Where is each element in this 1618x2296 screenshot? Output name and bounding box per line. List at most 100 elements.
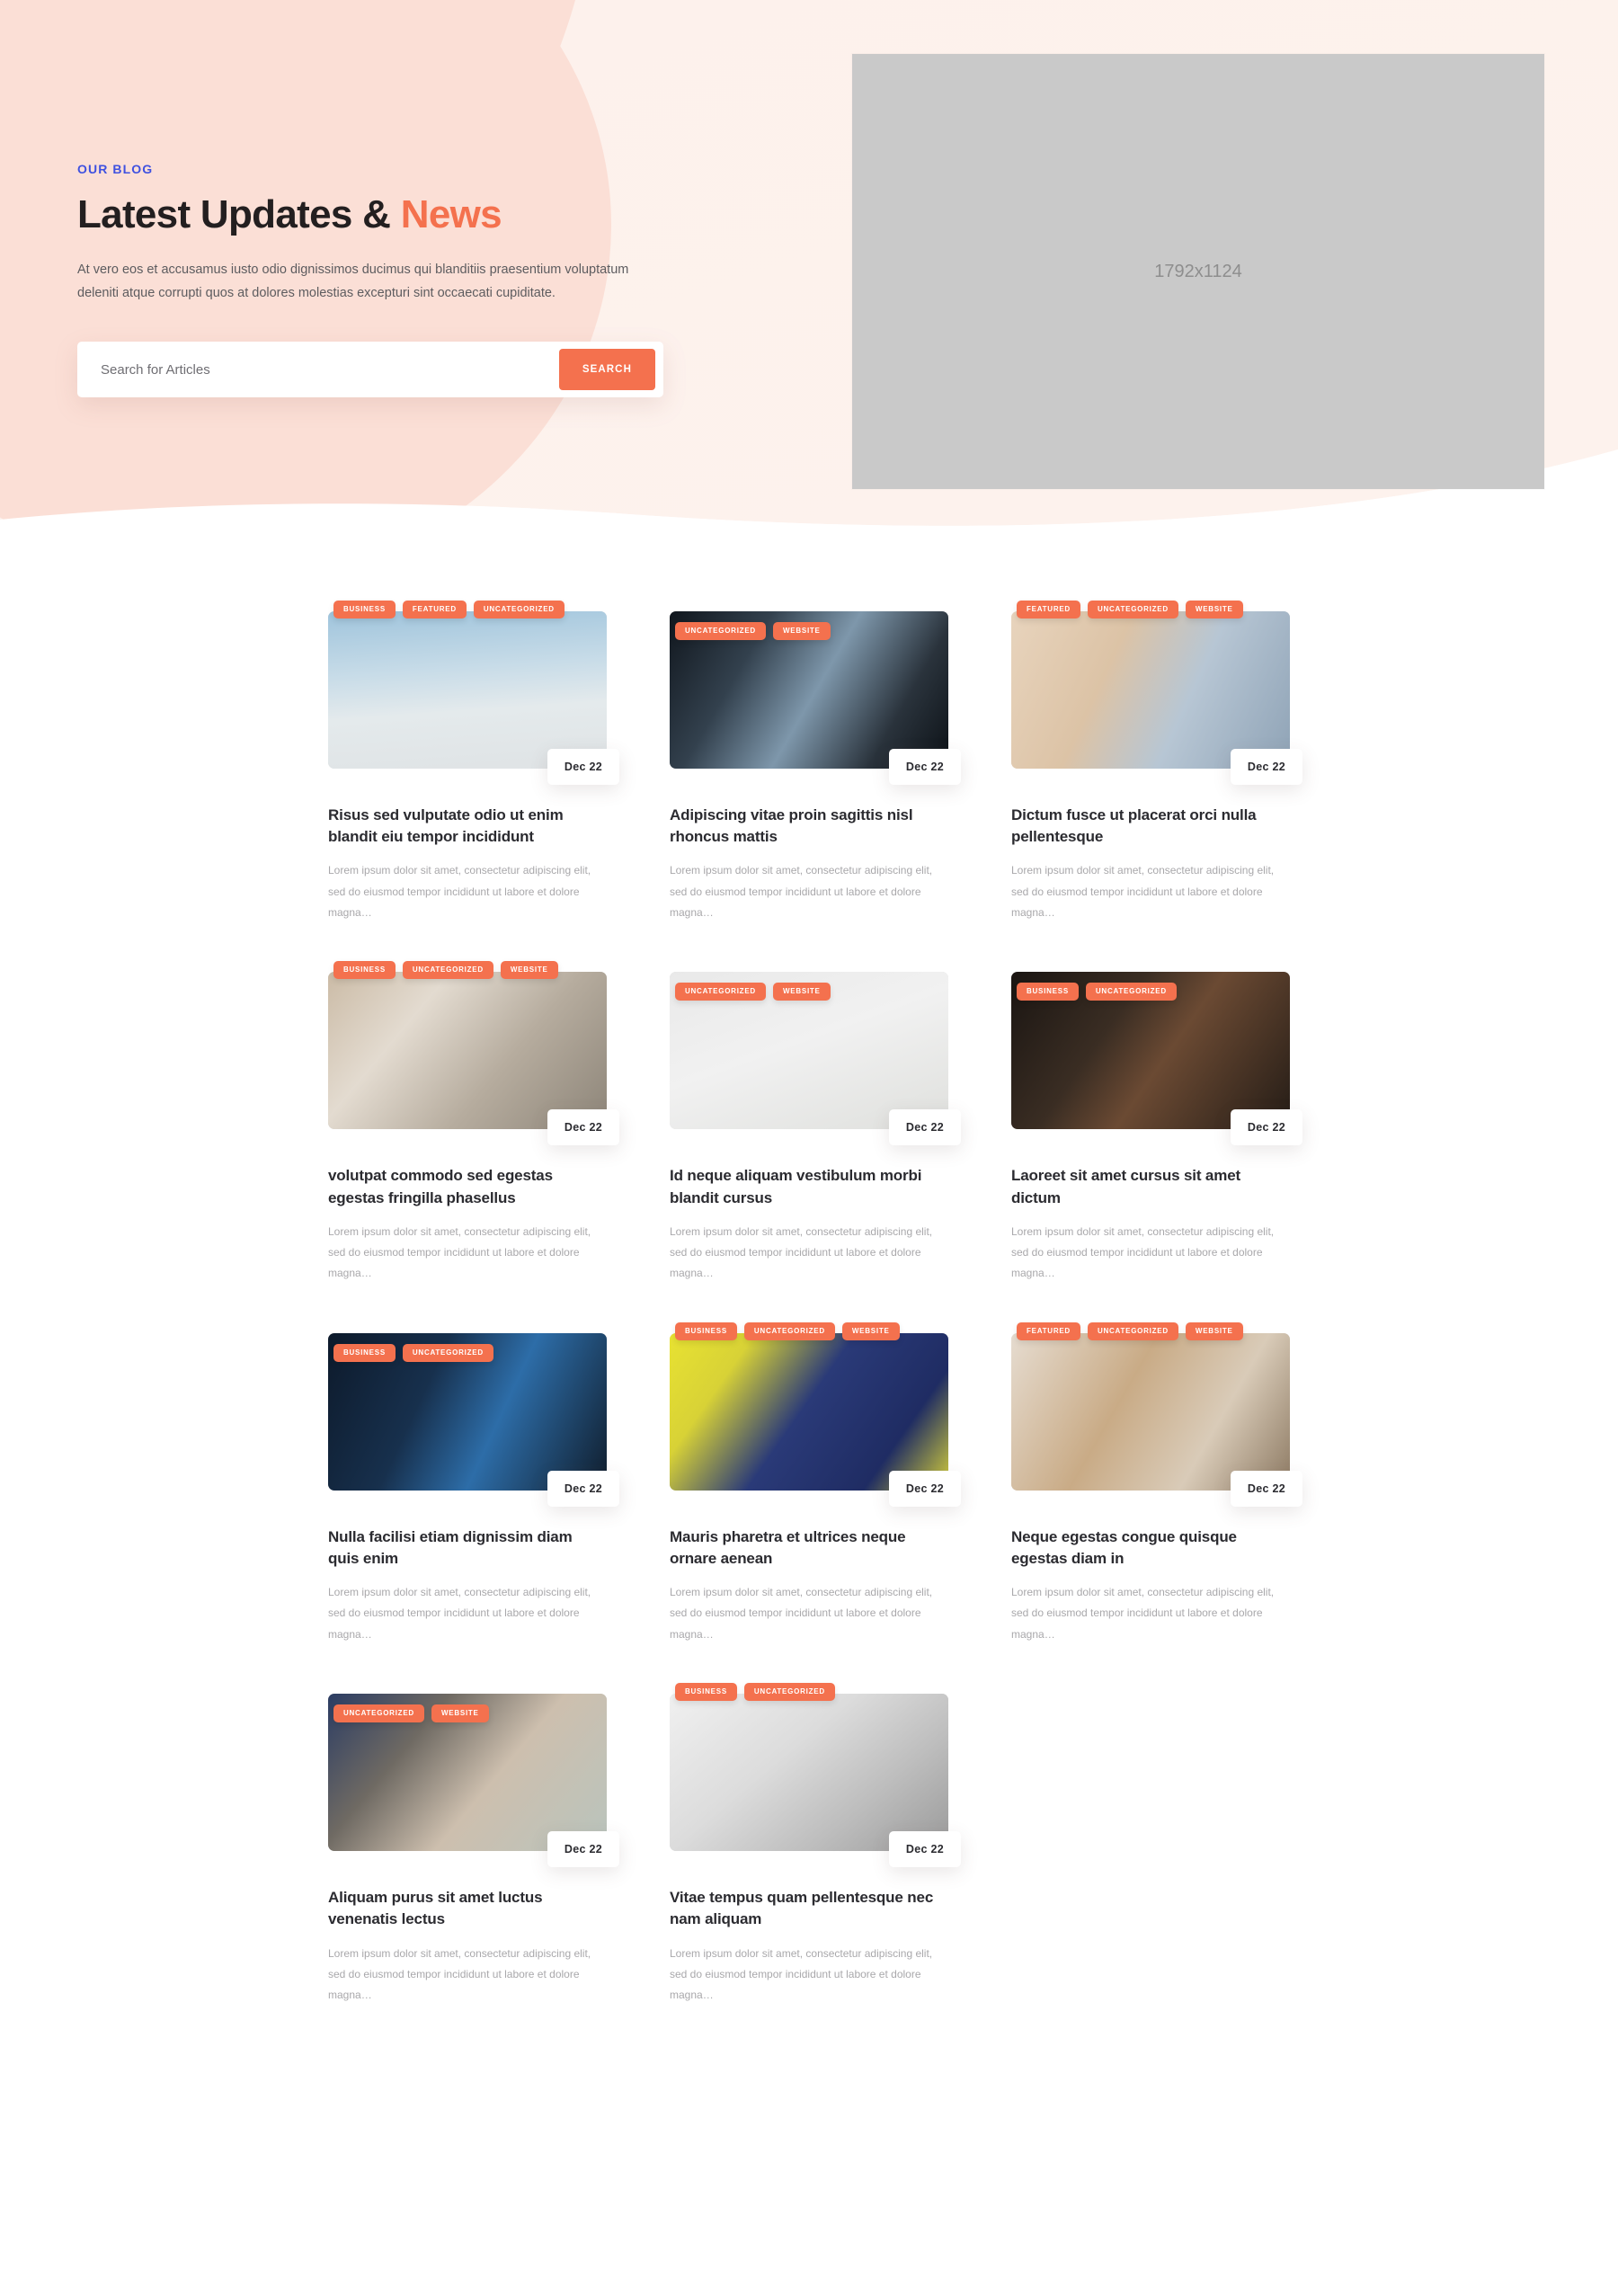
post-thumbnail[interactable]: [328, 972, 607, 1130]
post-date-badge: Dec 22: [888, 749, 961, 785]
post-tag[interactable]: UNCATEGORIZED: [1085, 983, 1177, 1001]
post-thumbnail[interactable]: [1011, 611, 1290, 769]
post-media[interactable]: UNCATEGORIZED WEBSITE Dec 22: [670, 611, 961, 785]
post-title[interactable]: Aliquam purus sit amet luctus venenatis …: [328, 1887, 607, 1930]
post-tag[interactable]: WEBSITE: [841, 1322, 900, 1340]
post-title[interactable]: volutpat commodo sed egestas egestas fri…: [328, 1165, 607, 1208]
post-title[interactable]: Risus sed vulputate odio ut enim blandit…: [328, 805, 607, 848]
blog-post-card[interactable]: FEATURED UNCATEGORIZED WEBSITE Dec 22 Neque …: [1011, 1322, 1302, 1645]
post-media[interactable]: UNCATEGORIZED WEBSITE Dec 22: [670, 972, 961, 1146]
post-media[interactable]: BUSINESS UNCATEGORIZED WEBSITE Dec 22: [670, 1322, 961, 1507]
post-thumbnail[interactable]: [670, 1694, 948, 1852]
post-title[interactable]: Adipiscing vitae proin sagittis nisl rho…: [670, 805, 948, 848]
blog-post-card[interactable]: BUSINESS UNCATEGORIZED Dec 22 Laoreet sit a…: [1011, 972, 1302, 1284]
post-tag[interactable]: BUSINESS: [1017, 983, 1079, 1001]
post-body: Nulla facilisi etiam dignissim diam quis…: [328, 1491, 607, 1645]
post-body: Vitae tempus quam pellentesque nec nam a…: [670, 1851, 948, 2006]
post-thumbnail[interactable]: [328, 611, 607, 769]
post-tag-list: UNCATEGORIZED WEBSITE: [333, 1704, 603, 1723]
post-title[interactable]: Dictum fusce ut placerat orci nulla pell…: [1011, 805, 1290, 848]
hero-eyebrow: OUR BLOG: [77, 162, 154, 176]
post-tag[interactable]: BUSINESS: [333, 961, 396, 980]
post-tag[interactable]: WEBSITE: [772, 622, 831, 640]
post-tag[interactable]: FEATURED: [402, 601, 467, 618]
hero-copy: OUR BLOG Latest Updates & News At vero e…: [77, 162, 689, 398]
page-title-accent: News: [400, 192, 502, 236]
blog-post-card[interactable]: BUSINESS UNCATEGORIZED Dec 22 Vitae tempus …: [670, 1683, 961, 2006]
post-tag[interactable]: WEBSITE: [431, 1704, 489, 1723]
post-body: Aliquam purus sit amet luctus venenatis …: [328, 1851, 607, 2006]
post-tag[interactable]: UNCATEGORIZED: [1087, 601, 1178, 618]
post-thumbnail[interactable]: [670, 1332, 948, 1491]
post-body: Id neque aliquam vestibulum morbi blandi…: [670, 1129, 948, 1284]
blog-post-card[interactable]: BUSINESS FEATURED UNCATEGORIZED Dec 22 Risus…: [328, 601, 619, 923]
post-body: volutpat commodo sed egestas egestas fri…: [328, 1129, 607, 1284]
post-title[interactable]: Id neque aliquam vestibulum morbi blandi…: [670, 1165, 948, 1208]
post-media[interactable]: FEATURED UNCATEGORIZED WEBSITE Dec 22: [1011, 601, 1302, 785]
post-tag[interactable]: UNCATEGORIZED: [402, 961, 493, 980]
post-body: Risus sed vulputate odio ut enim blandit…: [328, 769, 607, 923]
blog-post-card[interactable]: BUSINESS UNCATEGORIZED WEBSITE Dec 22 volutp…: [328, 961, 619, 1284]
post-title[interactable]: Mauris pharetra et ultrices neque ornare…: [670, 1526, 948, 1570]
post-excerpt: Lorem ipsum dolor sit amet, consectetur …: [670, 1586, 933, 1641]
search-input[interactable]: [77, 343, 559, 397]
post-media[interactable]: BUSINESS UNCATEGORIZED Dec 22: [670, 1683, 961, 1868]
blog-post-card[interactable]: BUSINESS UNCATEGORIZED Dec 22 Nulla facilis…: [328, 1332, 619, 1645]
post-tag[interactable]: UNCATEGORIZED: [675, 983, 766, 1001]
post-media[interactable]: UNCATEGORIZED WEBSITE Dec 22: [328, 1694, 619, 1868]
blog-post-card[interactable]: BUSINESS UNCATEGORIZED WEBSITE Dec 22 Mauris…: [670, 1322, 961, 1645]
post-tag[interactable]: UNCATEGORIZED: [743, 1322, 835, 1340]
blog-post-card[interactable]: UNCATEGORIZED WEBSITE Dec 22 Adipiscing vit…: [670, 611, 961, 923]
post-excerpt: Lorem ipsum dolor sit amet, consectetur …: [328, 1224, 591, 1280]
post-tag[interactable]: UNCATEGORIZED: [473, 601, 565, 618]
post-media[interactable]: BUSINESS UNCATEGORIZED WEBSITE Dec 22: [328, 961, 619, 1146]
post-thumbnail-image: [328, 972, 607, 1130]
post-media[interactable]: BUSINESS UNCATEGORIZED Dec 22: [328, 1332, 619, 1507]
post-excerpt: Lorem ipsum dolor sit amet, consectetur …: [670, 864, 933, 920]
post-tag[interactable]: FEATURED: [1017, 1322, 1080, 1340]
hero-section: OUR BLOG Latest Updates & News At vero e…: [0, 0, 1618, 557]
post-tag[interactable]: UNCATEGORIZED: [675, 622, 766, 640]
post-thumbnail-image: [670, 1694, 948, 1852]
post-tag[interactable]: UNCATEGORIZED: [743, 1683, 835, 1702]
post-tag-list: UNCATEGORIZED WEBSITE: [675, 622, 945, 640]
post-tag[interactable]: UNCATEGORIZED: [402, 1343, 493, 1362]
blog-post-card[interactable]: UNCATEGORIZED WEBSITE Dec 22 Id neque aliqu…: [670, 972, 961, 1284]
post-thumbnail-image: [1011, 1332, 1290, 1491]
post-date-badge: Dec 22: [888, 1831, 961, 1868]
post-tag[interactable]: WEBSITE: [772, 983, 831, 1001]
page-title-main: Latest Updates &: [77, 192, 401, 236]
post-tag[interactable]: UNCATEGORIZED: [333, 1704, 424, 1723]
post-tag[interactable]: BUSINESS: [333, 601, 396, 618]
post-excerpt: Lorem ipsum dolor sit amet, consectetur …: [1011, 1586, 1275, 1641]
hero-image-dimensions-label: 1792x1124: [1154, 261, 1242, 281]
post-tag[interactable]: BUSINESS: [675, 1322, 737, 1340]
post-tag[interactable]: BUSINESS: [333, 1343, 396, 1362]
post-title[interactable]: Nulla facilisi etiam dignissim diam quis…: [328, 1526, 607, 1570]
post-media[interactable]: FEATURED UNCATEGORIZED WEBSITE Dec 22: [1011, 1322, 1302, 1507]
post-media[interactable]: BUSINESS UNCATEGORIZED Dec 22: [1011, 972, 1302, 1146]
blog-post-card[interactable]: UNCATEGORIZED WEBSITE Dec 22 Aliquam purus …: [328, 1694, 619, 2006]
search-button[interactable]: SEARCH: [558, 349, 655, 391]
post-title[interactable]: Vitae tempus quam pellentesque nec nam a…: [670, 1887, 948, 1930]
post-title[interactable]: Neque egestas congue quisque egestas dia…: [1011, 1526, 1290, 1570]
post-tag[interactable]: BUSINESS: [675, 1683, 737, 1702]
post-tag[interactable]: WEBSITE: [1185, 601, 1243, 618]
post-date-badge: Dec 22: [547, 1470, 619, 1507]
post-body: Neque egestas congue quisque egestas dia…: [1011, 1491, 1290, 1645]
post-body: Mauris pharetra et ultrices neque ornare…: [670, 1491, 948, 1645]
post-tag-list: UNCATEGORIZED WEBSITE: [675, 983, 945, 1001]
post-tag[interactable]: WEBSITE: [500, 961, 558, 980]
post-tag-list: BUSINESS FEATURED UNCATEGORIZED: [333, 601, 603, 618]
post-thumbnail[interactable]: [1011, 1332, 1290, 1491]
blog-column-2: UNCATEGORIZED WEBSITE Dec 22 Adipiscing vit…: [670, 611, 961, 2055]
post-title[interactable]: Laoreet sit amet cursus sit amet dictum: [1011, 1165, 1290, 1208]
post-body: Adipiscing vitae proin sagittis nisl rho…: [670, 769, 948, 923]
post-date-badge: Dec 22: [1230, 1470, 1302, 1507]
post-tag[interactable]: FEATURED: [1017, 601, 1080, 618]
post-tag[interactable]: UNCATEGORIZED: [1087, 1322, 1178, 1340]
post-media[interactable]: BUSINESS FEATURED UNCATEGORIZED Dec 22: [328, 601, 619, 785]
post-tag-list: FEATURED UNCATEGORIZED WEBSITE: [1017, 601, 1286, 618]
blog-post-card[interactable]: FEATURED UNCATEGORIZED WEBSITE Dec 22 Dictum…: [1011, 601, 1302, 923]
post-tag[interactable]: WEBSITE: [1185, 1322, 1243, 1340]
